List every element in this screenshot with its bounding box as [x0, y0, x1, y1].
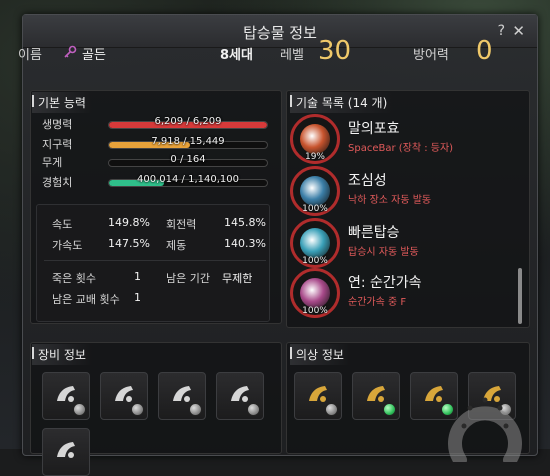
- stat-label: 생명력: [42, 118, 73, 131]
- accel-value: 147.5%: [108, 237, 150, 250]
- skill-icon-art: [300, 176, 330, 206]
- stat-value: 0 / 164: [170, 154, 206, 165]
- accel-label: 가속도: [52, 239, 83, 252]
- stat-value: 400,014 / 1,140,100: [137, 174, 239, 185]
- skill-item[interactable]: 100% 조심성낙하 장소 자동 발동: [290, 166, 516, 218]
- skill-item[interactable]: 100% 연: 순간가속순간가속 중 F: [290, 268, 516, 320]
- skill-name: 말의포효: [348, 121, 400, 137]
- skill-item[interactable]: 100% 빠른탑승탑승시 자동 발동: [290, 218, 516, 270]
- divider: [44, 260, 266, 261]
- barding-icon[interactable]: [42, 372, 90, 420]
- brake-value: 140.3%: [224, 237, 266, 250]
- slot-status-dot: [383, 403, 396, 416]
- skill-list-title: 기술 목록 (14 개): [290, 92, 394, 113]
- brake-label: 제동: [166, 239, 187, 252]
- slot-status-dot: [325, 403, 338, 416]
- stat-label: 무게: [42, 156, 63, 169]
- turn-label: 회전력: [166, 218, 197, 231]
- training-icon[interactable]: [42, 428, 90, 476]
- skill-name: 연: 순간가속: [348, 275, 422, 291]
- slot-status-dot: [73, 403, 86, 416]
- speed-label: 속도: [52, 218, 73, 231]
- window-title: 탑승물 정보: [243, 24, 317, 42]
- trades-label: 남은 교배 횟수: [52, 293, 120, 306]
- horseshoe-icon[interactable]: [216, 372, 264, 420]
- level-value: 30: [318, 36, 352, 66]
- skill-progress: 100%: [302, 306, 328, 316]
- turn-value: 145.8%: [224, 216, 266, 229]
- costume-title: 의상 정보: [290, 344, 350, 365]
- deaths-value: 1: [134, 270, 141, 283]
- level-label: 레벨: [280, 48, 304, 63]
- slot-status-dot: [247, 403, 260, 416]
- slot-status-dot: [131, 403, 144, 416]
- period-value: 무제한: [222, 272, 253, 285]
- stat-value: 7,918 / 15,449: [151, 136, 225, 147]
- trades-value: 1: [134, 291, 141, 304]
- skill-description: 낙하 장소 자동 발동: [348, 195, 432, 206]
- skill-icon-art: [300, 228, 330, 258]
- saddle-icon[interactable]: [100, 372, 148, 420]
- skill-progress: 100%: [302, 256, 328, 266]
- basic-ability-title: 기본 능력: [32, 92, 92, 113]
- period-label: 남은 기간: [166, 272, 210, 285]
- skill-name: 조심성: [348, 173, 387, 189]
- skill-icon-art: [300, 278, 330, 308]
- stat-label: 경험치: [42, 176, 73, 189]
- stat-value: 6,209 / 6,209: [154, 116, 222, 127]
- name-label: 이름: [18, 48, 42, 63]
- skill-item[interactable]: 19% 말의포효 SpaceBar (장착 : 등자): [290, 114, 516, 166]
- skill-description: SpaceBar (장착 : 등자): [348, 143, 454, 154]
- mount-name: 골든: [82, 48, 106, 63]
- close-button[interactable]: ✕: [512, 22, 525, 40]
- speed-value: 149.8%: [108, 216, 150, 229]
- horseshoe-emblem-icon: [448, 397, 522, 462]
- stat-label: 지구력: [42, 138, 73, 151]
- skill-name: 빠른탑승: [348, 225, 400, 241]
- barding-costume-icon[interactable]: [294, 372, 342, 420]
- deaths-label: 죽은 횟수: [52, 272, 96, 285]
- defense-label: 방어력: [413, 48, 449, 63]
- skill-description: 순간가속 중 F: [348, 297, 407, 308]
- slot-status-dot: [189, 403, 202, 416]
- skill-description: 탑승시 자동 발동: [348, 247, 419, 258]
- skill-progress: 19%: [304, 152, 325, 162]
- skill-list-scrollbar[interactable]: [518, 268, 522, 324]
- stirrup-icon[interactable]: [158, 372, 206, 420]
- generation-value: 8세대: [220, 48, 253, 63]
- help-button[interactable]: ?: [498, 23, 505, 39]
- skill-progress: 100%: [302, 204, 328, 214]
- defense-value: 0: [476, 36, 493, 66]
- saddle-costume-icon[interactable]: [352, 372, 400, 420]
- equipment-title: 장비 정보: [32, 344, 92, 365]
- key-icon: [64, 45, 77, 58]
- skill-icon-art: [300, 124, 330, 154]
